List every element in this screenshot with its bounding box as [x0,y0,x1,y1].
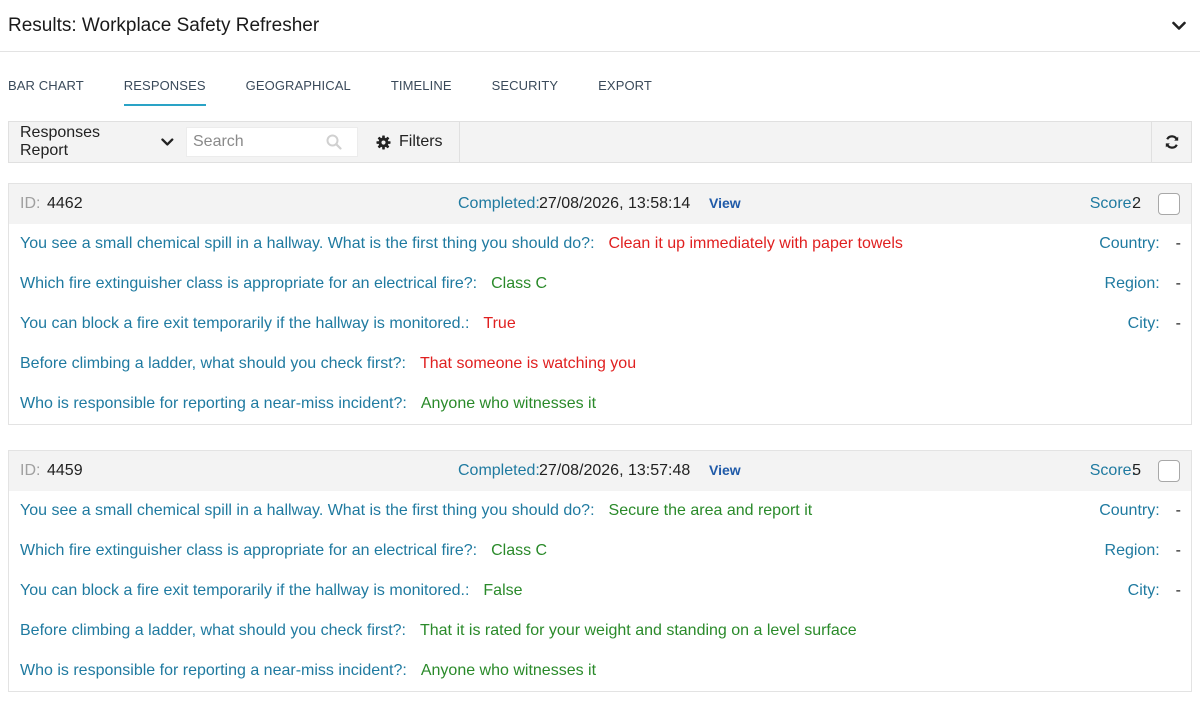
score-label: Score: [1089,462,1136,479]
collapse-chevron-icon[interactable] [1168,15,1190,37]
completed-label: Completed: [458,462,540,479]
response-id: 4462 [47,195,83,212]
answer-list: Country: - Region: - City: - You see a smal… [9,491,1191,691]
response-card-header: ID: 4459 Completed: 27/08/2026, 13:57:48… [9,451,1191,491]
answer-text: False [483,582,523,599]
response-card: ID: 4462 Completed: 27/08/2026, 13:58:14… [8,183,1192,425]
page-title: Results: Workplace Safety Refresher [8,14,320,36]
country-field: Country: - [1099,502,1181,519]
score-value: 2 [1132,195,1141,212]
tab-export[interactable]: EXPORT [598,52,652,108]
question-text: Who is responsible for reporting a near-… [20,395,407,412]
tab-timeline[interactable]: TIMELINE [391,52,452,108]
question-text: Which fire extinguisher class is appropr… [20,542,478,559]
question-text: You can block a fire exit temporarily if… [20,582,470,599]
question-text: Who is responsible for reporting a near-… [20,662,407,679]
question-text: Before climbing a ladder, what should yo… [20,622,406,639]
country-field: Country: - [1099,235,1181,252]
question-text: You see a small chemical spill in a hall… [20,235,595,252]
select-checkbox[interactable] [1158,193,1180,215]
tab-security[interactable]: SECURITY [492,52,559,108]
gear-icon [376,134,391,150]
responses-toolbar: Responses Report Filters [8,121,1192,163]
question-text: Before climbing a ladder, what should yo… [20,355,406,372]
completed-timestamp: 27/08/2026, 13:57:48 [539,462,691,479]
search-box [186,127,358,157]
response-card: ID: 4459 Completed: 27/08/2026, 13:57:48… [8,450,1192,692]
region-field: Region: - [1104,542,1181,559]
select-checkbox[interactable] [1158,460,1180,482]
results-tabs: BAR CHART RESPONSES GEOGRAPHICAL TIMELIN… [8,52,692,108]
tab-geographical[interactable]: GEOGRAPHICAL [246,52,351,108]
answer-text: True [483,315,516,332]
filters-button[interactable]: Filters [364,122,460,162]
completed-timestamp: 27/08/2026, 13:58:14 [539,195,691,212]
view-link[interactable]: View [709,195,741,211]
city-field: City: - [1127,582,1181,599]
response-card-header: ID: 4462 Completed: 27/08/2026, 13:58:14… [9,184,1191,224]
refresh-button[interactable] [1151,122,1191,162]
answer-text: That someone is watching you [419,355,637,372]
report-type-select[interactable]: Responses Report [9,122,186,162]
answer-text: Class C [491,275,548,292]
tab-responses[interactable]: RESPONSES [123,52,206,108]
answer-text: Secure the area and report it [608,502,813,519]
answer-text: That it is rated for your weight and sta… [419,622,857,639]
city-field: City: - [1127,315,1181,332]
id-label: ID: [20,462,41,479]
region-field: Region: - [1104,275,1181,292]
view-link[interactable]: View [709,462,741,478]
answer-text: Class C [491,542,548,559]
answer-row: Before climbing a ladder, what should yo… [9,344,1191,384]
response-id: 4459 [47,462,83,479]
answer-list: Country: - Region: - City: - You see a smal… [9,224,1191,424]
report-type-label: Responses Report [20,124,101,159]
answer-row: Who is responsible for reporting a near-… [9,651,1191,691]
answer-row: Who is responsible for reporting a near-… [9,384,1191,424]
answer-row: Before climbing a ladder, what should yo… [9,611,1191,651]
question-text: Which fire extinguisher class is appropr… [20,275,478,292]
answer-text: Anyone who witnesses it [420,662,597,679]
search-input[interactable] [187,133,322,151]
question-text: You see a small chemical spill in a hall… [20,502,595,519]
answer-text: Clean it up immediately with paper towel… [608,235,903,252]
tab-bar-chart[interactable]: BAR CHART [8,52,84,108]
score-label: Score: [1089,195,1136,212]
search-icon[interactable] [322,134,346,150]
filters-label: Filters [399,133,443,150]
completed-label: Completed: [458,195,540,212]
question-text: You can block a fire exit temporarily if… [20,315,470,332]
answer-text: Anyone who witnesses it [420,395,597,412]
page-header: Results: Workplace Safety Refresher [0,0,1200,52]
score-value: 5 [1132,462,1141,479]
chevron-down-icon [161,137,174,146]
id-label: ID: [20,195,41,212]
refresh-icon [1165,135,1178,149]
